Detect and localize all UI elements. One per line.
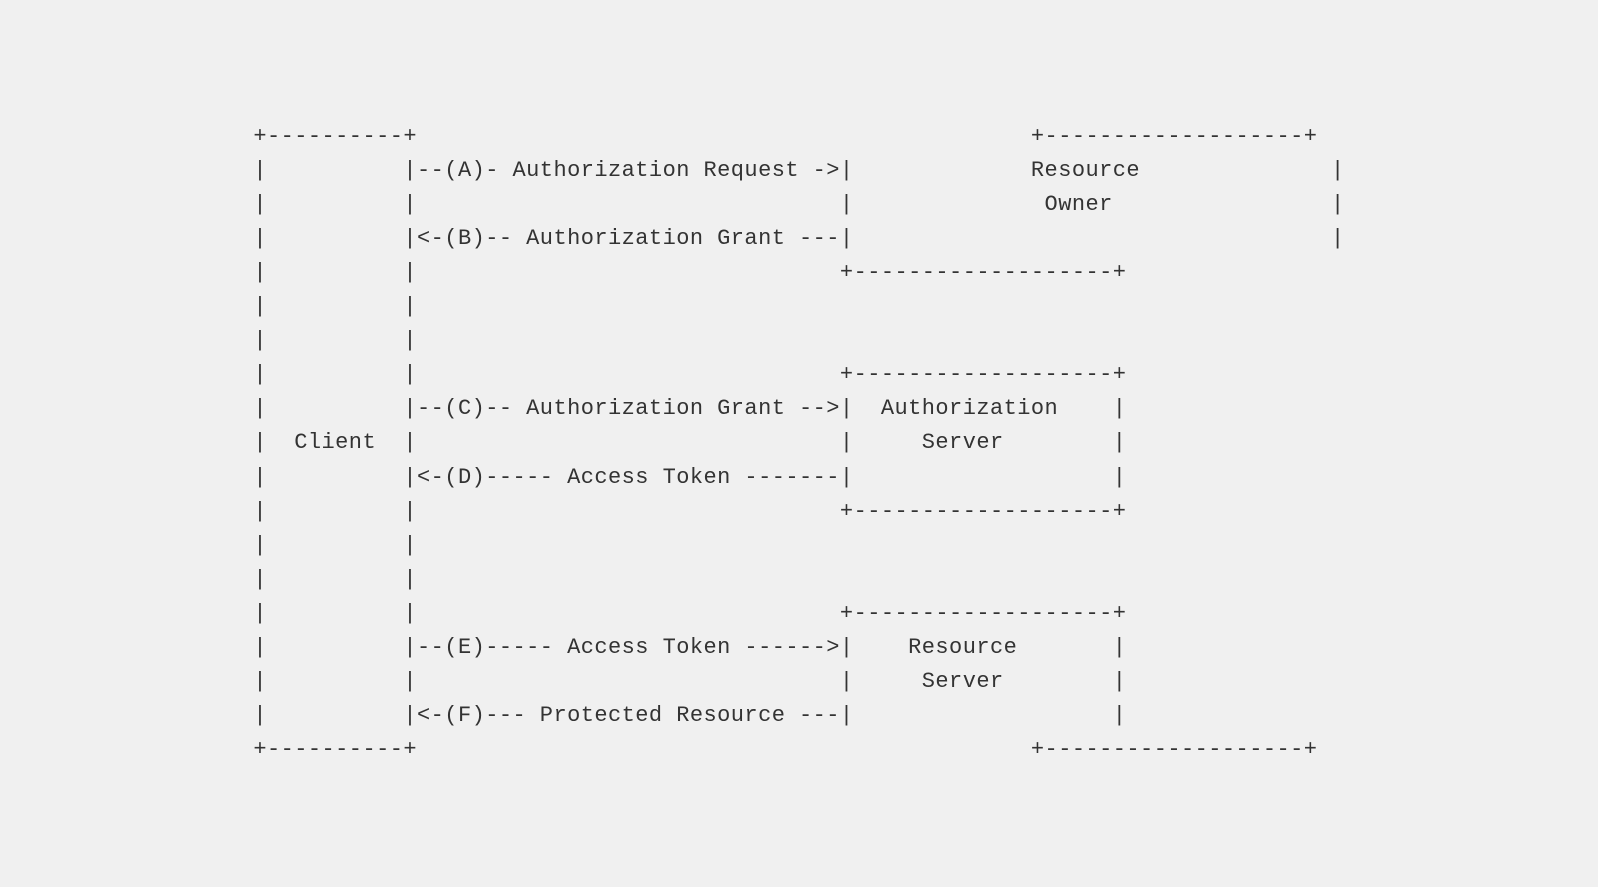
diagram-container: +----------+ +-------------------+ | |--…: [0, 0, 1598, 887]
oauth-diagram: +----------+ +-------------------+ | |--…: [253, 120, 1344, 768]
